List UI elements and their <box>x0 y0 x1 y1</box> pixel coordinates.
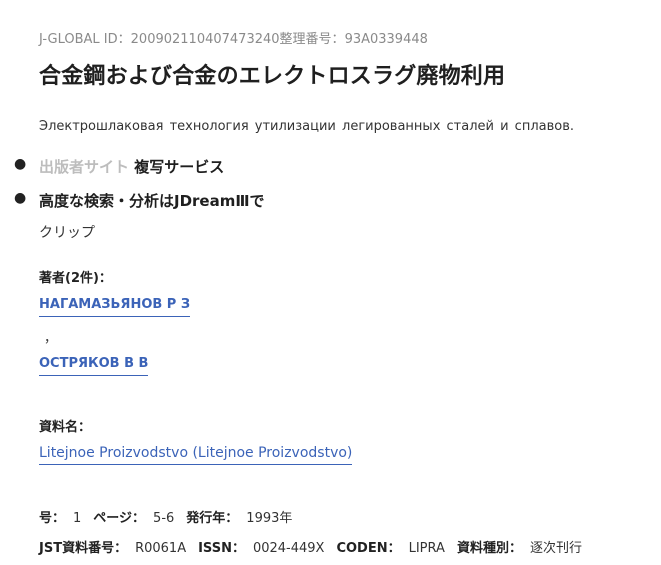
authors-label: 著者(2件)： <box>39 271 112 286</box>
jdream-link[interactable]: 高度な検索・分析はJDreamⅢで <box>39 190 265 211</box>
meta-row-1: 号： 1 ページ： 5-6 発行年： 1993年 <box>39 507 304 526</box>
doc-type-value: 逐次刊行 <box>529 541 582 556</box>
year-value: 1993年 <box>246 511 293 526</box>
issue-label: 号： <box>39 511 66 526</box>
page-label: ページ： <box>93 511 146 526</box>
jglobal-id-value: 200902110407473240 <box>130 32 280 47</box>
id-line: J-GLOBAL ID：200902110407473240整理番号：93A03… <box>39 28 428 47</box>
coden-value: LIPRA <box>408 541 445 556</box>
seiri-label: 整理番号： <box>279 32 345 47</box>
doc-type-label: 資料種別： <box>456 541 522 556</box>
issn-value: 0024-449X <box>252 541 325 556</box>
bullet-content: 出版者サイト 複写サービス <box>39 156 224 177</box>
author-link-1[interactable]: НАГАМАЗЬЯНОВ Р З <box>39 297 191 317</box>
jglobal-id-label: J-GLOBAL ID： <box>39 32 131 47</box>
meta-row-2: JST資料番号： R0061A ISSN： 0024-449X CODEN： LIPRA 資… <box>39 537 594 556</box>
source-link[interactable]: Litejnoe Proizvodstvo (Litejnoe Proizvod… <box>39 445 353 465</box>
record-page: J-GLOBAL ID：200902110407473240整理番号：93A03… <box>0 0 661 565</box>
author-link-2[interactable]: ОСТРЯКОВ В В <box>39 356 149 376</box>
page-title: 合金鋼および合金のエレクトロスラグ廃物利用 <box>39 64 506 89</box>
russian-title: Электрошлаковая технология утилизации ле… <box>39 119 575 134</box>
coden-label: CODEN： <box>336 541 401 556</box>
author-separator: ， <box>44 331 58 346</box>
jst-value: R0061A <box>135 541 187 556</box>
bullet-dot-icon: ● <box>14 190 27 206</box>
bullet-dot-icon: ● <box>14 156 27 172</box>
jst-label: JST資料番号： <box>39 541 128 556</box>
seiri-value: 93A0339448 <box>344 32 428 47</box>
issue-value: 1 <box>73 511 82 526</box>
clip-button[interactable]: クリップ <box>39 222 95 242</box>
source-label: 資料名： <box>39 420 92 435</box>
publisher-site-link[interactable]: 出版者サイト <box>39 158 129 176</box>
copy-service-link[interactable]: 複写サービス <box>134 158 224 176</box>
issn-label: ISSN： <box>198 541 245 556</box>
page-value: 5-6 <box>153 511 175 526</box>
year-label: 発行年： <box>186 511 239 526</box>
